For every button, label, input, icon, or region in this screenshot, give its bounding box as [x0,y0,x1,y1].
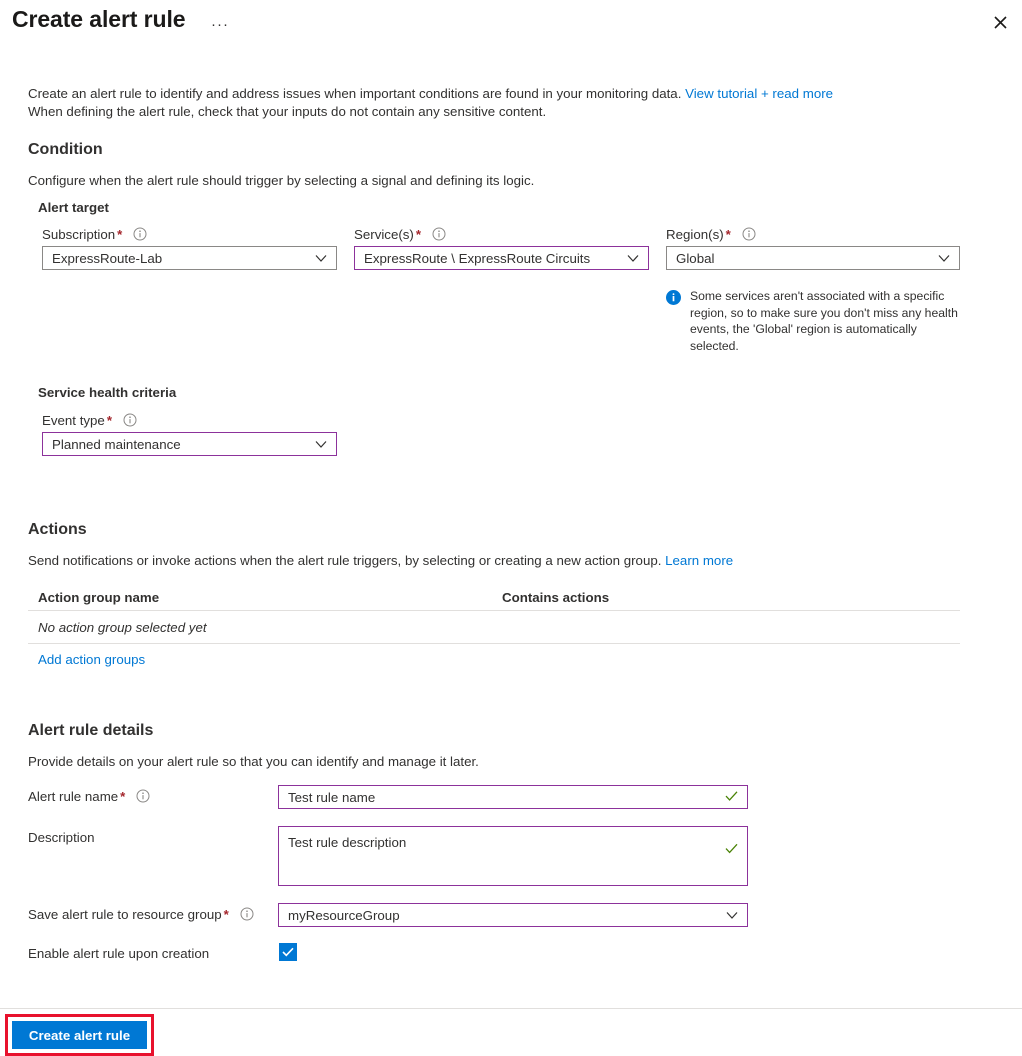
actions-heading: Actions [28,521,87,538]
valid-check-icon [725,790,738,805]
services-value: ExpressRoute \ ExpressRoute Circuits [364,250,591,266]
subscription-required-asterisk: * [117,227,123,242]
column-header-action-group-name: Action group name [38,589,160,605]
subscription-value: ExpressRoute-Lab [52,250,163,266]
event-type-info-icon[interactable] [123,413,137,427]
condition-description: Configure when the alert rule should tri… [28,173,535,188]
page-title: Create alert rule [12,6,186,32]
description-value: Test rule description [288,835,407,850]
add-action-groups-row: Add action groups [28,644,960,675]
regions-required-asterisk: * [725,227,731,242]
regions-info-icon[interactable] [742,227,756,241]
subscription-label: Subscription * [42,227,147,242]
intro-text-1: Create an alert rule to identify and add… [28,86,686,101]
resource-group-dropdown[interactable]: myResourceGroup [278,903,748,927]
actions-description-text: Send notifications or invoke actions whe… [28,553,666,568]
alert-rule-name-input[interactable]: Test rule name [278,785,748,809]
regions-label: Region(s) * [666,227,756,242]
services-label-text: Service(s) [354,227,414,242]
intro-line-1: Create an alert rule to identify and add… [28,86,833,101]
create-alert-rule-button[interactable]: Create alert rule [12,1021,147,1049]
more-options-icon[interactable]: ··· [206,12,234,36]
valid-check-icon [725,841,738,858]
subscription-label-text: Subscription [42,227,116,242]
description-label: Description [28,830,95,845]
description-textarea[interactable]: Test rule description [278,826,748,886]
services-dropdown[interactable]: ExpressRoute \ ExpressRoute Circuits [354,246,649,270]
regions-dropdown[interactable]: Global [666,246,960,270]
chevron-down-icon [726,908,738,923]
services-info-icon[interactable] [432,227,446,241]
regions-value: Global [676,250,715,266]
footer-divider [0,1008,1022,1009]
alert-rule-name-value: Test rule name [288,789,376,805]
subscription-info-icon[interactable] [133,227,147,241]
resource-group-label-text: Save alert rule to resource group [28,907,222,922]
resource-group-info-icon[interactable] [240,907,254,921]
event-type-value: Planned maintenance [52,436,181,452]
chevron-down-icon [627,251,639,266]
dialog-header: Create alert rule ··· [0,0,1022,47]
subscription-dropdown[interactable]: ExpressRoute-Lab [42,246,337,270]
alert-rule-details-description: Provide details on your alert rule so th… [28,754,479,769]
region-info-text: Some services aren't associated with a s… [690,289,958,353]
view-tutorial-link[interactable]: View tutorial + read more [685,86,833,101]
event-type-required-asterisk: * [106,413,113,428]
intro-line-2: When defining the alert rule, check that… [28,104,547,119]
services-label: Service(s) * [354,227,446,242]
services-required-asterisk: * [415,227,422,242]
chevron-down-icon [315,251,327,266]
enable-alert-rule-label: Enable alert rule upon creation [28,946,210,961]
alert-rule-name-required-asterisk: * [120,789,126,804]
alert-target-heading: Alert target [38,200,109,215]
resource-group-value: myResourceGroup [288,907,400,923]
alert-rule-name-info-icon[interactable] [136,789,150,803]
enable-alert-rule-checkbox[interactable] [279,943,297,961]
empty-state-text: No action group selected yet [38,619,207,635]
resource-group-required-asterisk: * [223,907,229,922]
add-action-groups-link[interactable]: Add action groups [28,652,145,667]
event-type-dropdown[interactable]: Planned maintenance [42,432,337,456]
chevron-down-icon [938,251,950,266]
alert-rule-name-label: Alert rule name * [28,789,150,804]
close-icon[interactable] [984,6,1016,38]
chevron-down-icon [315,437,327,452]
condition-heading: Condition [28,141,103,158]
info-circle-icon [666,290,681,310]
event-type-label-text: Event type [42,413,105,428]
service-health-criteria-heading: Service health criteria [38,385,177,400]
table-header-row: Action group name Contains actions [28,584,960,611]
alert-rule-name-label-text: Alert rule name [28,789,119,804]
resource-group-label: Save alert rule to resource group * [28,907,254,922]
learn-more-link[interactable]: Learn more [665,553,733,568]
event-type-label: Event type * [42,413,137,428]
action-groups-table: Action group name Contains actions No ac… [28,584,960,675]
alert-rule-details-heading: Alert rule details [28,722,154,739]
column-header-contains-actions: Contains actions [502,589,610,605]
region-info-banner: Some services aren't associated with a s… [666,288,958,354]
actions-description: Send notifications or invoke actions whe… [28,553,733,568]
regions-label-text: Region(s) [666,227,724,242]
table-row: No action group selected yet [28,611,960,644]
